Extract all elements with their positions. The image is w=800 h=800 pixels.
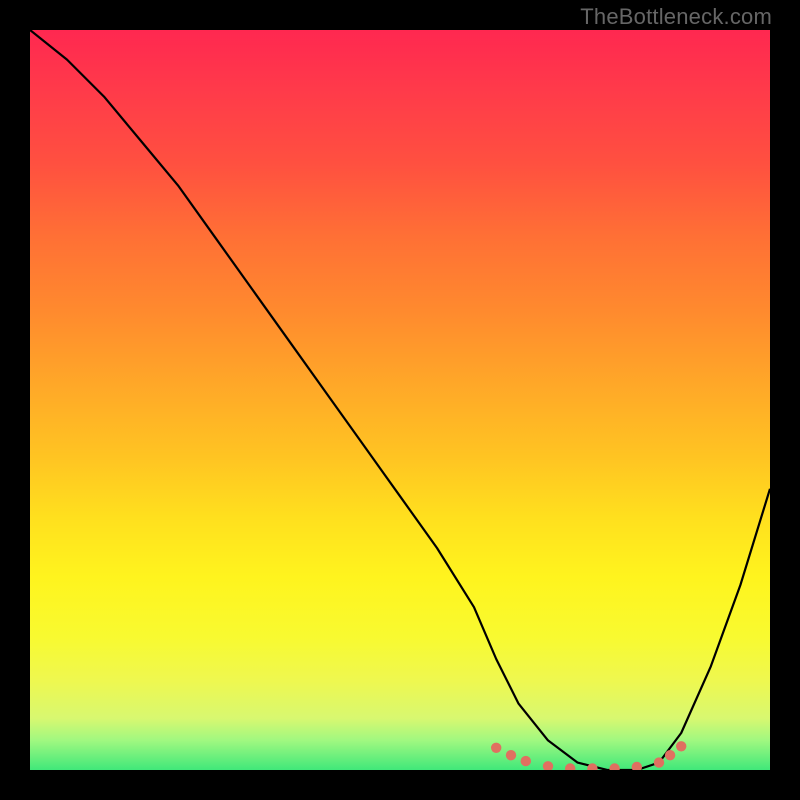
optimal-marker-dot [506,750,516,760]
optimal-marker-dot [632,762,642,770]
optimal-marker-dot [565,763,575,770]
optimal-band-markers [491,741,686,770]
optimal-marker-dot [665,750,675,760]
optimal-marker-dot [654,757,664,767]
watermark-text: TheBottleneck.com [580,4,772,30]
optimal-marker-dot [609,763,619,770]
optimal-marker-dot [676,741,686,751]
optimal-marker-dot [521,756,531,766]
chart-svg [30,30,770,770]
chart-plot-area [30,30,770,770]
optimal-marker-dot [543,761,553,770]
bottleneck-curve-line [30,30,770,770]
optimal-marker-dot [491,743,501,753]
